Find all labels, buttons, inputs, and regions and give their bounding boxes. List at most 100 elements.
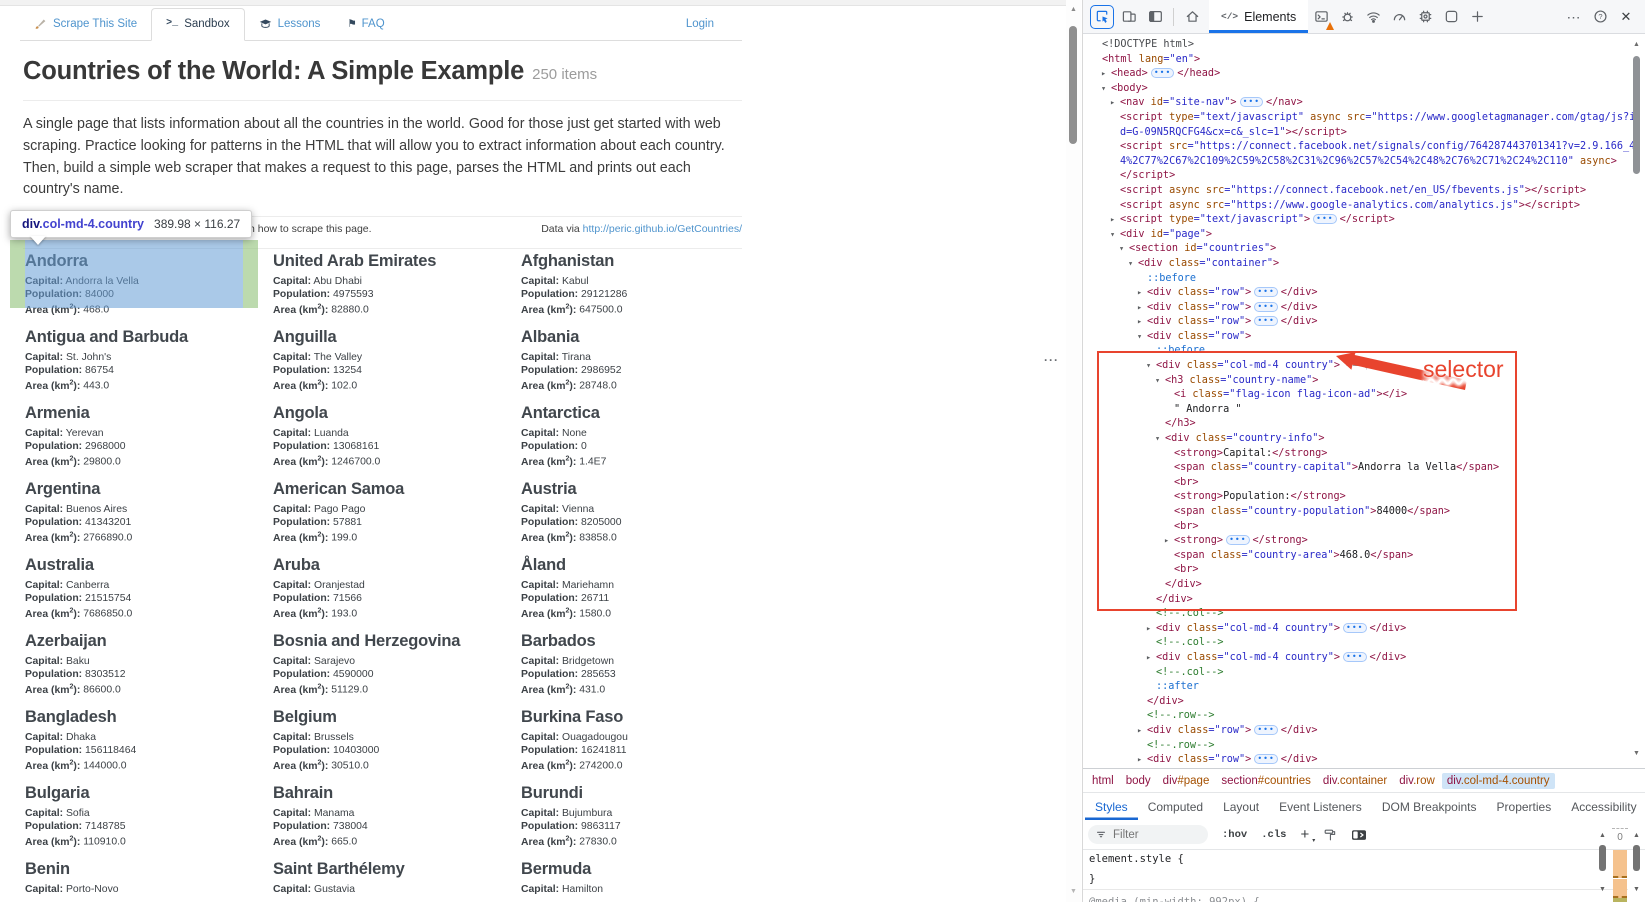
collapse-arrow-icon[interactable]: ▸ <box>1146 651 1156 666</box>
data-source-link[interactable]: http://peric.github.io/GetCountries/ <box>583 223 742 235</box>
dom-tree-line[interactable]: <br> <box>1164 520 1645 535</box>
dom-tree-line-selected[interactable]: ▾<div class="col-md-4 country"> == $0 <box>1146 359 1645 374</box>
tab-styles[interactable]: Styles <box>1085 793 1138 820</box>
tab-layout[interactable]: Layout <box>1213 793 1269 820</box>
dom-tree-line[interactable]: ::before <box>1137 272 1645 287</box>
performance-button[interactable] <box>1388 6 1410 28</box>
tab-event-listeners[interactable]: Event Listeners <box>1269 793 1372 820</box>
network-button[interactable] <box>1362 6 1384 28</box>
dom-tree-line[interactable]: <strong>Population:</strong> <box>1164 490 1645 505</box>
dom-tree-line[interactable]: ▾<div class="country-info"> <box>1155 432 1645 447</box>
dom-tree-line[interactable]: <script src="https://connect.facebook.ne… <box>1110 140 1645 155</box>
dom-tree-line[interactable]: <html lang="en"> <box>1092 53 1645 68</box>
dom-tree-line[interactable]: ▸<strong>•••</strong> <box>1164 534 1645 549</box>
dom-tree-line[interactable]: <script async src="https://www.google-an… <box>1110 199 1645 214</box>
expand-arrow-icon[interactable]: ▾ <box>1110 228 1120 243</box>
dom-tree-line[interactable]: ▸<head>•••</head> <box>1101 67 1645 82</box>
dom-tree-line[interactable]: <script async src="https://connect.faceb… <box>1110 184 1645 199</box>
window-scrollbar[interactable]: ▲ ▼ <box>1630 828 1643 902</box>
expand-arrow-icon[interactable]: ▾ <box>1101 82 1111 97</box>
login-link[interactable]: Login <box>686 18 714 40</box>
collapse-arrow-icon[interactable]: ▸ <box>1137 315 1147 330</box>
dom-tree-line[interactable]: ▾<section id="countries"> <box>1119 242 1645 257</box>
expand-ellipsis-icon[interactable]: ••• <box>1254 287 1277 297</box>
dom-tree-line[interactable]: ::before <box>1146 344 1645 359</box>
toggle-hover-state-button[interactable]: :hov <box>1222 829 1247 841</box>
nav-tab-scrape-this-site[interactable]: Scrape This Site <box>20 8 151 40</box>
dom-tree-line[interactable]: <i class="flag-icon flag-icon-ad"></i> <box>1164 388 1645 403</box>
dom-tree-line[interactable]: ▸<div class="col-md-4 country">•••</div> <box>1146 651 1645 666</box>
expand-ellipsis-icon[interactable]: ••• <box>1240 97 1263 107</box>
dom-tree-line[interactable]: <!--.row--> <box>1137 709 1645 724</box>
element-style-rule[interactable]: element.style { <box>1089 853 1184 865</box>
scroll-down-icon[interactable]: ▼ <box>1066 888 1081 895</box>
dom-node-menu-icon[interactable]: ··· <box>1044 353 1059 367</box>
dom-tree-line[interactable]: ▸<div class="col-md-4 country">•••</div> <box>1146 622 1645 637</box>
dom-tree-line[interactable]: <!--.col--> <box>1146 666 1645 681</box>
scroll-down-icon[interactable]: ▼ <box>1630 750 1643 757</box>
styles-scrollbar-thumb[interactable] <box>1599 845 1606 871</box>
dom-tree-line[interactable]: ▸<div class="row">•••</div> <box>1137 315 1645 330</box>
collapse-arrow-icon[interactable]: ▸ <box>1137 753 1147 768</box>
expand-arrow-icon[interactable]: ▾ <box>1128 257 1138 272</box>
scroll-up-icon[interactable]: ▲ <box>1630 41 1643 48</box>
more-button[interactable]: ⋯ <box>1563 6 1585 28</box>
dom-tree-line[interactable]: </div> <box>1155 578 1645 593</box>
page-scrollbar-thumb[interactable] <box>1069 26 1077 144</box>
dom-tree-line[interactable]: </div> <box>1146 593 1645 608</box>
application-button[interactable] <box>1440 6 1462 28</box>
expand-ellipsis-icon[interactable]: ••• <box>1343 652 1366 662</box>
dom-tree-line[interactable]: ▾<div class="row"> <box>1137 330 1645 345</box>
breadcrumb-section-countries[interactable]: section#countries <box>1216 773 1316 789</box>
styles-filter[interactable] <box>1088 825 1208 844</box>
dom-tree-line[interactable]: <script type="text/javascript" async src… <box>1110 111 1645 126</box>
nav-tab-faq[interactable]: ⚑FAQ <box>334 8 398 40</box>
inspect-button[interactable] <box>1090 5 1114 29</box>
format-icon[interactable] <box>1323 828 1337 842</box>
expand-ellipsis-icon[interactable]: ••• <box>1254 725 1277 735</box>
dom-tree-line[interactable]: ▸<div class="row">•••</div> <box>1137 301 1645 316</box>
dom-tree-line[interactable]: <br> <box>1164 476 1645 491</box>
tab-elements[interactable]: </>Elements <box>1209 0 1308 33</box>
dom-tree-line[interactable]: <!--.col--> <box>1146 607 1645 622</box>
dom-tree-line[interactable]: ▸<nav id="site-nav">•••</nav> <box>1110 96 1645 111</box>
panel-layout-button[interactable] <box>1144 6 1166 28</box>
console-button[interactable] <box>1310 6 1332 28</box>
scroll-up-icon[interactable]: ▲ <box>1066 6 1081 13</box>
expand-ellipsis-icon[interactable]: ••• <box>1226 535 1249 545</box>
device-emulation-button[interactable] <box>1118 6 1140 28</box>
page-scrollbar[interactable]: ▲ ▼ <box>1066 0 1081 902</box>
toggle-classes-button[interactable]: .cls <box>1261 829 1286 841</box>
dom-tree-line[interactable]: ▾<div class="container"> <box>1128 257 1645 272</box>
tab-properties[interactable]: Properties <box>1487 793 1562 820</box>
dom-tree-line[interactable]: <!--.row--> <box>1137 739 1645 754</box>
dom-tree-line[interactable]: </div> <box>1137 695 1645 710</box>
collapse-arrow-icon[interactable]: ▸ <box>1101 67 1111 82</box>
scroll-up-icon[interactable]: ▲ <box>1596 832 1609 839</box>
breadcrumb-div-page[interactable]: div#page <box>1158 773 1215 789</box>
styles-filter-input[interactable] <box>1111 828 1187 842</box>
dom-tree-line[interactable]: <span class="country-capital">Andorra la… <box>1164 461 1645 476</box>
dom-tree-line[interactable]: <span class="country-area">468.0</span> <box>1164 549 1645 564</box>
scroll-down-icon[interactable]: ▼ <box>1630 886 1643 893</box>
dom-tree-line[interactable]: d=G-09N5RQCFG4&cx=c&_slc=1"></script> <box>1110 126 1645 141</box>
dom-tree-line[interactable]: ▾<div id="page"> <box>1110 228 1645 243</box>
debug-button[interactable] <box>1336 6 1358 28</box>
tab-dom-breakpoints[interactable]: DOM Breakpoints <box>1372 793 1487 820</box>
new-style-rule-button[interactable]: +▾ <box>1300 827 1309 842</box>
dom-tree-line[interactable]: <span class="country-population">84000</… <box>1164 505 1645 520</box>
nav-tab-lessons[interactable]: Lessons <box>245 8 335 40</box>
dom-tree-line[interactable]: ▸<div class="row">•••</div> <box>1137 753 1645 768</box>
collapse-arrow-icon[interactable]: ▸ <box>1137 286 1147 301</box>
expand-ellipsis-icon[interactable]: ••• <box>1254 754 1277 764</box>
dom-tree-line[interactable]: <br> <box>1164 563 1645 578</box>
expand-arrow-icon[interactable]: ▾ <box>1146 359 1156 374</box>
dom-tree-line[interactable]: 4%2C77%2C67%2C109%2C59%2C58%2C31%2C96%2C… <box>1110 155 1645 170</box>
dom-tree-scrollbar-thumb[interactable] <box>1633 56 1640 174</box>
close-button[interactable]: ✕ <box>1615 6 1637 28</box>
breadcrumb-html[interactable]: html <box>1087 773 1119 789</box>
dom-tree-line[interactable]: " Andorra " <box>1164 403 1645 418</box>
home-button[interactable] <box>1181 6 1203 28</box>
collapse-arrow-icon[interactable]: ▸ <box>1164 534 1174 549</box>
dom-tree-line[interactable]: </h3> <box>1155 417 1645 432</box>
